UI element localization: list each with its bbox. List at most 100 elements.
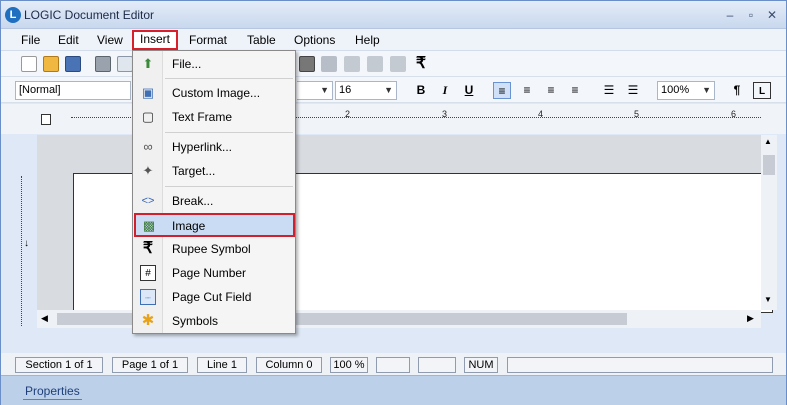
status-column: Column 0 <box>256 357 322 373</box>
pilcrow-button[interactable]: ¶ <box>728 82 746 99</box>
menu-table[interactable]: Table <box>245 32 278 50</box>
font-size-value: 16 <box>339 84 352 96</box>
chevron-down-icon: ▼ <box>384 85 393 95</box>
hyperlink-icon: ∞ <box>143 139 153 154</box>
menu-item-rupee-symbol[interactable]: ₹ Rupee Symbol <box>135 238 293 260</box>
menu-file[interactable]: File <box>19 32 42 50</box>
menu-item-target[interactable]: ✦ Target... <box>135 160 293 182</box>
align-left-button[interactable]: ≡ <box>493 82 511 99</box>
menu-options[interactable]: Options <box>292 32 337 50</box>
page-cut-icon: ┈ <box>140 289 156 305</box>
vertical-scrollbar[interactable]: ▲ ▼ <box>761 135 777 310</box>
menu-format[interactable]: Format <box>187 32 229 50</box>
menu-item-image[interactable]: ▩ Image <box>134 213 295 237</box>
status-empty-1 <box>376 357 410 373</box>
standard-toolbar: ₹ <box>1 51 786 77</box>
bold-button[interactable]: B <box>412 82 430 99</box>
italic-button[interactable]: I <box>436 82 454 99</box>
menu-item-label: Break... <box>172 194 214 208</box>
menu-item-label: Hyperlink... <box>172 140 233 154</box>
table-delete-icon[interactable] <box>390 56 406 72</box>
menu-view[interactable]: View <box>95 32 125 50</box>
scroll-right-icon[interactable]: ▶ <box>747 313 754 324</box>
file-insert-icon: ⬆ <box>142 56 154 71</box>
save-icon[interactable] <box>65 56 81 72</box>
status-line: Line 1 <box>197 357 247 373</box>
status-empty-2 <box>418 357 456 373</box>
font-size-select[interactable]: 16 ▼ <box>335 81 397 100</box>
format-toolbar: [Normal] ▼ 16 ▼ B I U ≡ ≡ ≡ ≡ ☰ ☰ 100% ▼ ¶… <box>1 77 786 103</box>
menu-separator <box>165 186 293 187</box>
tab-stop-icon[interactable] <box>41 114 51 125</box>
vertical-ruler-ticks <box>21 176 22 326</box>
menu-item-label: Target... <box>172 164 216 178</box>
menu-item-label: Page Number <box>172 266 247 280</box>
menu-separator <box>165 132 293 133</box>
status-num: NUM <box>464 357 498 373</box>
break-icon: <> <box>141 195 155 207</box>
font-select-end[interactable]: ▼ <box>297 81 333 100</box>
bullet-list-icon[interactable]: ☰ <box>600 82 618 99</box>
menu-item-label: Rupee Symbol <box>172 242 251 256</box>
underline-button[interactable]: U <box>460 82 478 99</box>
menu-item-label: Custom Image... <box>172 86 261 100</box>
scroll-up-icon[interactable]: ▲ <box>764 137 772 146</box>
decrease-indent-icon[interactable]: ☰ <box>624 82 642 99</box>
style-select[interactable]: [Normal] <box>15 81 131 100</box>
paste-icon[interactable] <box>299 56 315 72</box>
menu-item-label: Image <box>172 219 206 233</box>
menu-item-label: Symbols <box>172 314 219 328</box>
status-section: Section 1 of 1 <box>15 357 103 373</box>
ruler-mark: 6 <box>731 109 737 119</box>
properties-tab[interactable]: Properties <box>23 382 82 400</box>
insert-menu-dropdown: ⬆ File... ▣ Custom Image... ▢ Text Frame… <box>132 50 296 334</box>
maximize-icon[interactable]: ▫ <box>742 7 760 23</box>
vertical-scroll-thumb[interactable] <box>763 155 775 175</box>
new-document-icon[interactable] <box>21 56 37 72</box>
menu-edit[interactable]: Edit <box>56 32 81 50</box>
open-folder-icon[interactable] <box>43 56 59 72</box>
close-icon[interactable]: ✕ <box>763 7 781 23</box>
table-row-icon[interactable] <box>367 56 383 72</box>
align-center-button[interactable]: ≡ <box>518 82 536 99</box>
rupee-toolbar-icon[interactable]: ₹ <box>413 56 429 72</box>
menu-item-label: File... <box>172 57 202 71</box>
align-right-button[interactable]: ≡ <box>542 82 560 99</box>
justify-button[interactable]: ≡ <box>566 82 584 99</box>
menu-help[interactable]: Help <box>353 32 382 50</box>
symbols-icon: ✱ <box>141 312 155 329</box>
minimize-icon[interactable]: – <box>721 7 739 23</box>
text-frame-icon: ▢ <box>141 109 155 124</box>
ruler-toggle-icon[interactable]: L <box>753 82 771 99</box>
menu-item-custom-image[interactable]: ▣ Custom Image... <box>135 82 293 104</box>
title-bar: L LOGIC Document Editor – ▫ ✕ <box>1 1 786 29</box>
app-logo-icon: L <box>5 7 21 23</box>
image-icon: ▩ <box>142 218 156 233</box>
menu-item-file[interactable]: ⬆ File... <box>135 53 293 75</box>
chevron-down-icon: ▼ <box>320 85 329 95</box>
indent-marker-icon[interactable]: ↓ <box>24 238 29 249</box>
app-window: L LOGIC Document Editor – ▫ ✕ File Edit … <box>0 0 787 405</box>
scroll-down-icon[interactable]: ▼ <box>764 295 772 304</box>
menu-item-page-cut-field[interactable]: ┈ Page Cut Field <box>135 286 293 308</box>
target-icon: ✦ <box>142 163 154 178</box>
print-preview-icon[interactable] <box>117 56 133 72</box>
status-empty-3 <box>507 357 773 373</box>
zoom-select[interactable]: 100% ▼ <box>657 81 715 100</box>
menu-item-hyperlink[interactable]: ∞ Hyperlink... <box>135 136 293 158</box>
zoom-value: 100% <box>661 84 690 96</box>
page-number-icon: # <box>140 265 156 281</box>
print-icon[interactable] <box>95 56 111 72</box>
table-insert-icon[interactable] <box>321 56 337 72</box>
menu-item-break[interactable]: <> Break... <box>135 190 293 212</box>
horizontal-ruler: 1 2 3 4 5 6 <box>1 104 786 134</box>
table-column-icon[interactable] <box>344 56 360 72</box>
properties-bar: Properties <box>1 375 786 405</box>
status-bar: Section 1 of 1 Page 1 of 1 Line 1 Column… <box>1 353 786 375</box>
menu-item-text-frame[interactable]: ▢ Text Frame <box>135 106 293 128</box>
scroll-left-icon[interactable]: ◀ <box>41 313 48 324</box>
chevron-down-icon: ▼ <box>702 85 711 95</box>
menu-item-symbols[interactable]: ✱ Symbols <box>135 310 293 332</box>
menu-insert[interactable]: Insert <box>132 30 179 50</box>
menu-item-page-number[interactable]: # Page Number <box>135 262 293 284</box>
